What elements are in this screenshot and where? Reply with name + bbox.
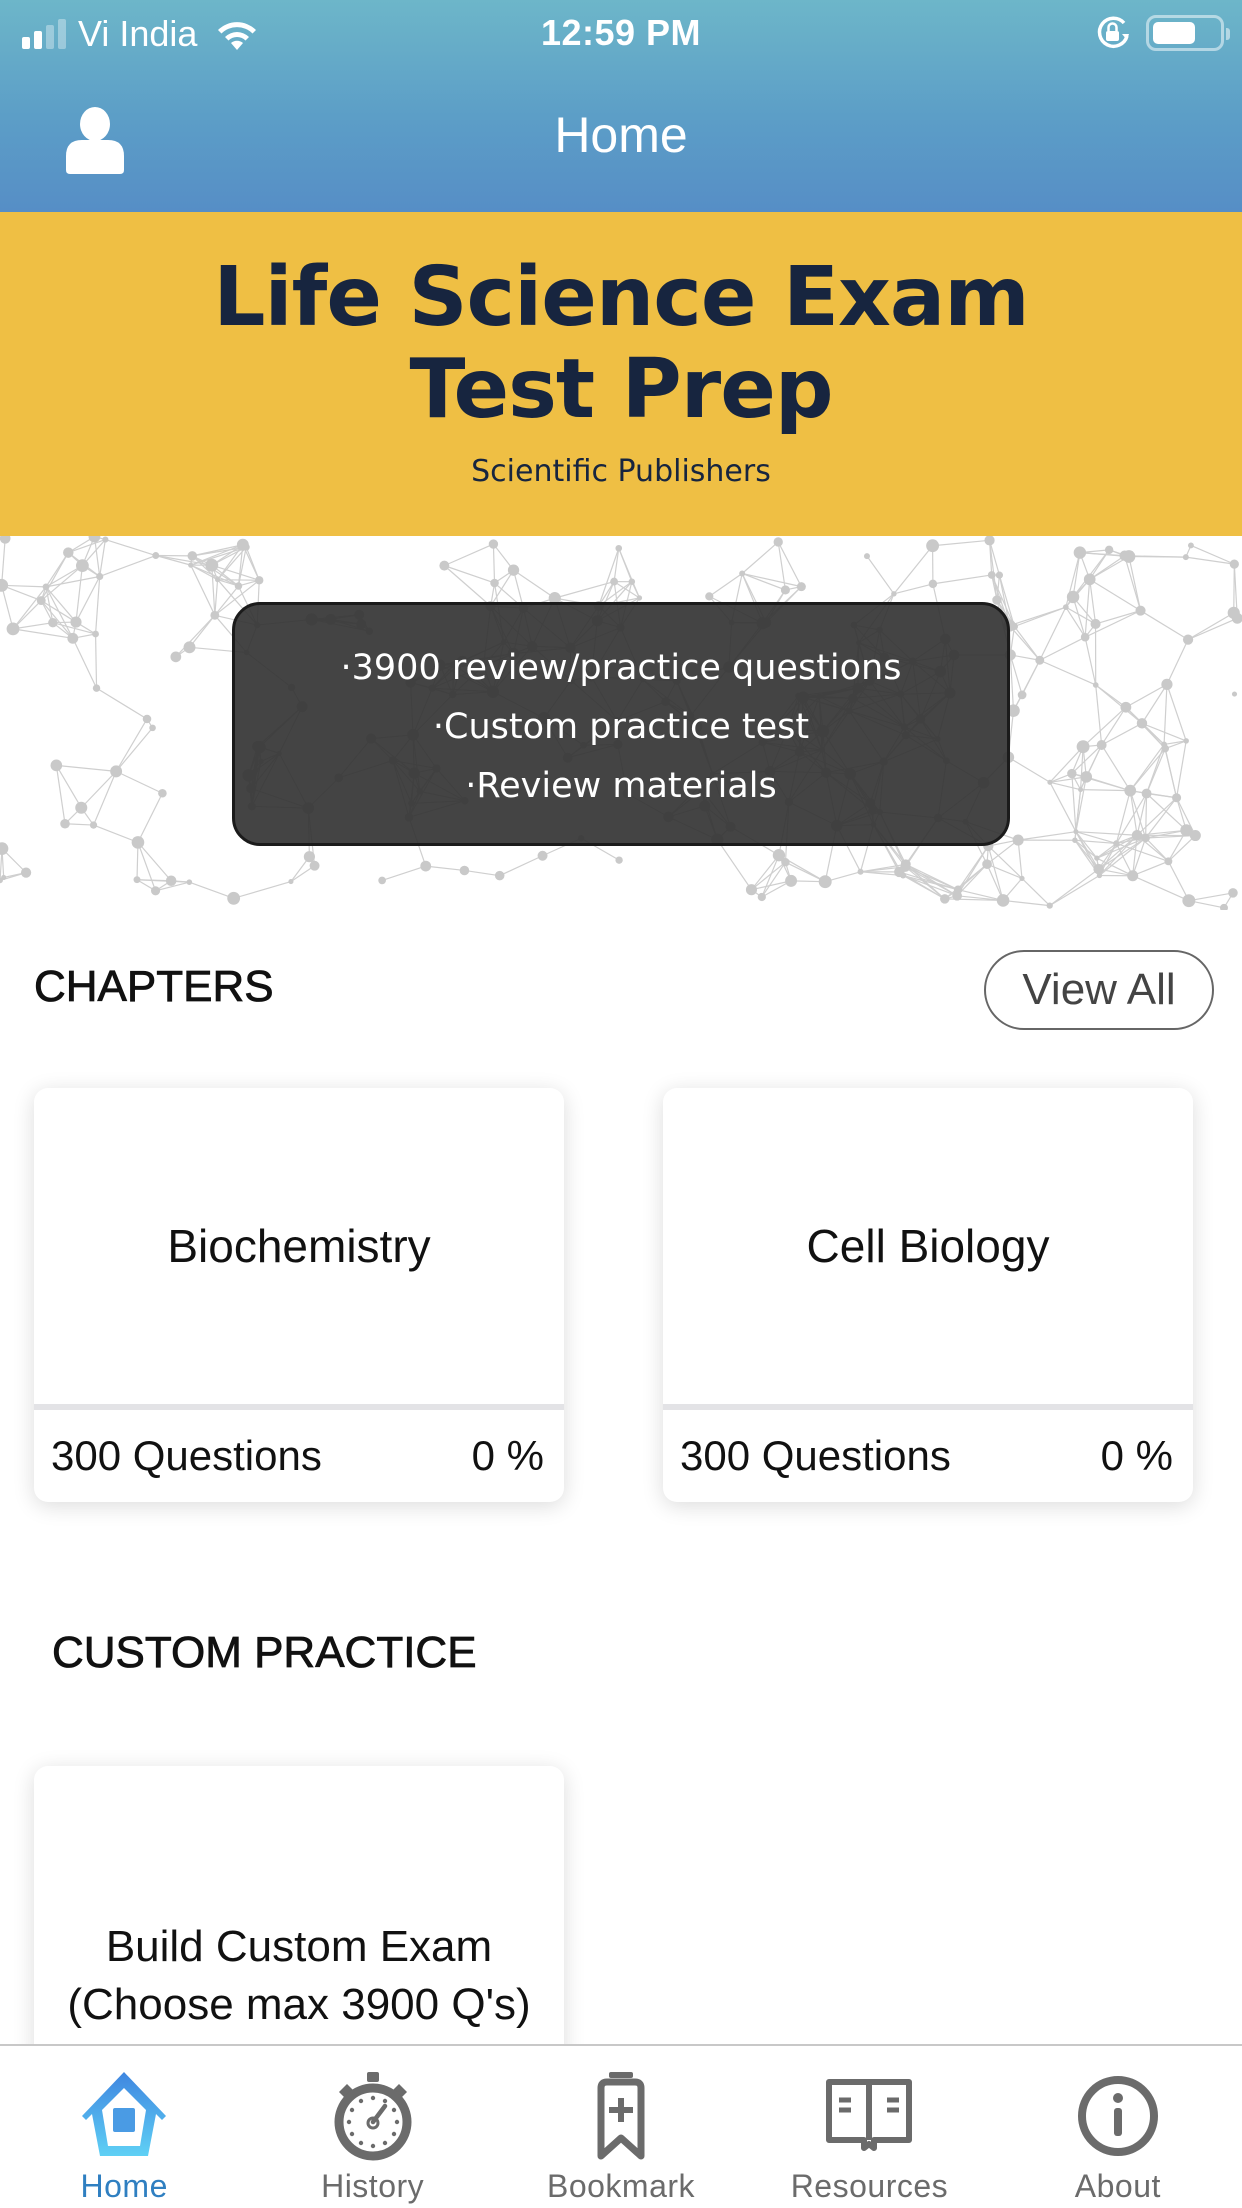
features-box: ·3900 review/practice questions ·Custom … — [232, 602, 1010, 846]
chapter-name: Biochemistry — [167, 1220, 431, 1272]
header: Vi India 12:59 PM Home — [0, 0, 1242, 212]
banner-title-line2: Test Prep — [409, 342, 833, 437]
wifi-icon — [218, 22, 257, 50]
tab-about[interactable]: About — [994, 2046, 1242, 2208]
custom-exam-line2: (Choose max 3900 Q's) — [67, 1980, 531, 2029]
banner-title: Life Science Exam Test Prep — [0, 252, 1242, 436]
bookmark-add-icon — [597, 2072, 645, 2160]
bottom-tab-bar: Home History Bookmark Resources About — [0, 2044, 1242, 2208]
view-all-button[interactable]: View All — [984, 950, 1214, 1030]
custom-practice-heading: CUSTOM PRACTICE — [52, 1628, 477, 1678]
banner-title-line1: Life Science Exam — [213, 250, 1029, 345]
tab-label: History — [321, 2168, 425, 2204]
home-icon — [82, 2072, 167, 2156]
chapter-name: Cell Biology — [806, 1220, 1050, 1272]
tab-home[interactable]: Home — [0, 2046, 248, 2208]
feature-item: ·3900 review/practice questions — [340, 648, 902, 688]
app-banner: Life Science Exam Test Prep Scientific P… — [0, 212, 1242, 536]
chapter-card-biochemistry[interactable]: Biochemistry 300 Questions 0 % — [34, 1088, 564, 1502]
custom-exam-line1: Build Custom Exam — [105, 1922, 493, 1971]
user-icon[interactable] — [60, 104, 130, 174]
tab-bookmark[interactable]: Bookmark — [497, 2046, 745, 2208]
progress-percent: 0 % — [1100, 1432, 1173, 1479]
battery-icon — [1146, 15, 1230, 51]
status-bar: Vi India 12:59 PM — [0, 0, 1242, 68]
cellular-signal-icon — [22, 19, 66, 49]
info-icon — [1077, 2076, 1158, 2156]
page-title: Home — [554, 107, 688, 163]
carrier-name: Vi India — [78, 13, 198, 54]
tab-label: Resources — [790, 2168, 949, 2204]
tab-resources[interactable]: Resources — [745, 2046, 993, 2208]
tab-label: About — [1074, 2168, 1161, 2204]
tab-label: Home — [80, 2168, 168, 2204]
feature-item: ·Review materials — [465, 766, 777, 806]
banner-subtitle: Scientific Publishers — [471, 454, 771, 489]
chapters-heading: CHAPTERS — [34, 962, 274, 1012]
build-custom-exam-card[interactable]: Build Custom Exam (Choose max 3900 Q's) — [34, 1766, 564, 2066]
rotation-lock-icon — [1097, 16, 1129, 49]
chapter-card-footer: 300 Questions 0 % — [663, 1410, 1193, 1502]
chapter-card-cell-biology[interactable]: Cell Biology 300 Questions 0 % — [663, 1088, 1193, 1502]
nav-bar: Home — [0, 68, 1242, 212]
progress-percent: 0 % — [471, 1432, 544, 1479]
chapter-card-footer: 300 Questions 0 % — [34, 1410, 564, 1502]
feature-item: ·Custom practice test — [432, 707, 810, 747]
question-count: 300 Questions — [51, 1432, 322, 1479]
custom-exam-label: Build Custom Exam (Choose max 3900 Q's) — [34, 1918, 564, 2034]
tab-label: Bookmark — [546, 2168, 696, 2204]
tab-history[interactable]: History — [248, 2046, 496, 2208]
stopwatch-icon — [334, 2072, 412, 2161]
open-book-icon — [826, 2079, 913, 2151]
question-count: 300 Questions — [680, 1432, 951, 1479]
